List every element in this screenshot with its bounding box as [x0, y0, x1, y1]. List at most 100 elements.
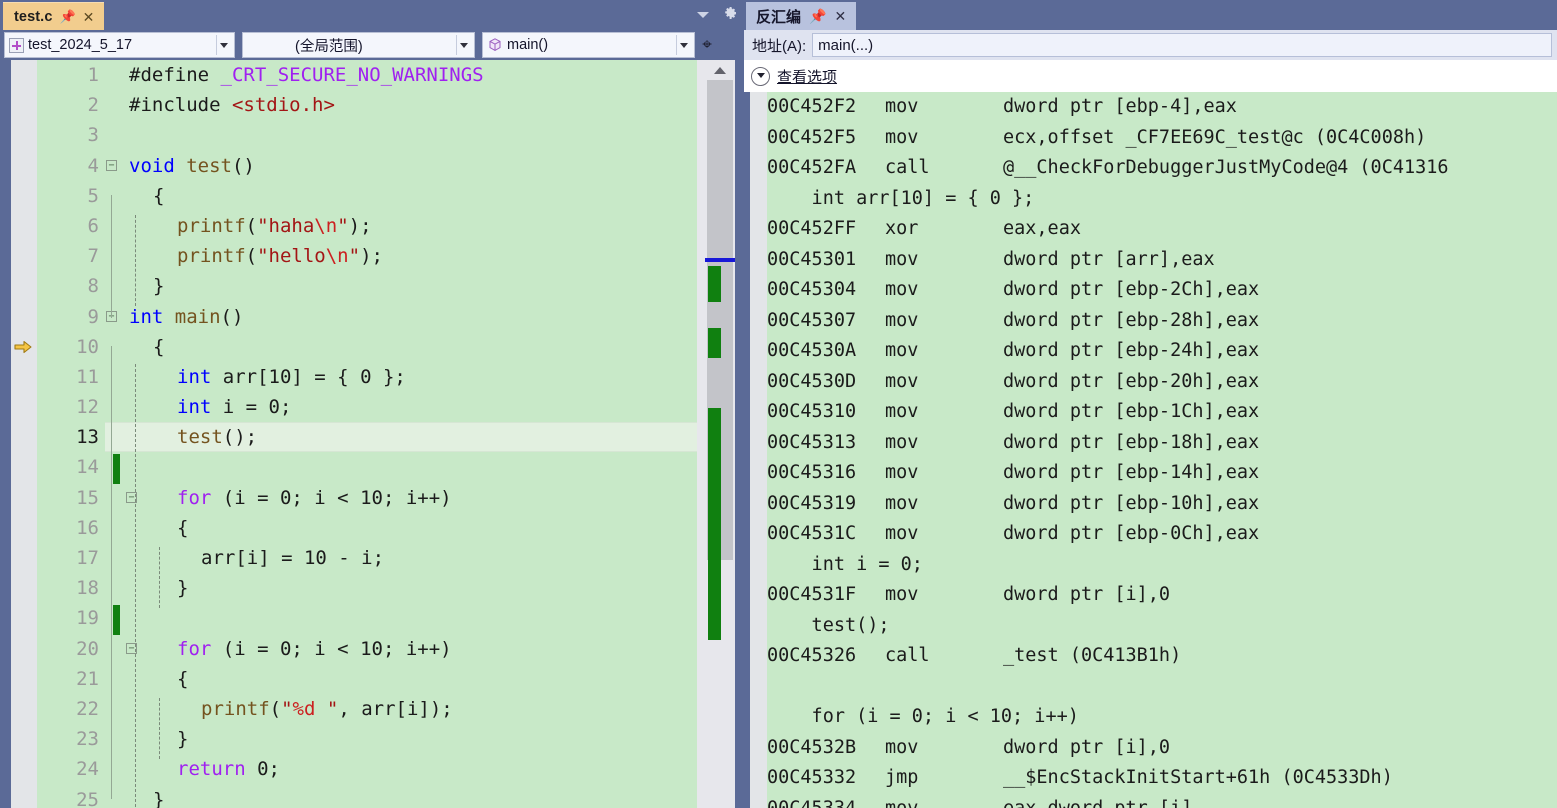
instruction-address: 00C45313	[767, 431, 857, 453]
member-dropdown[interactable]: main()	[482, 32, 695, 58]
project-icon	[9, 37, 24, 53]
code-line[interactable]: 7 printf("hello\n");	[37, 241, 697, 271]
code-line[interactable]: 24 return 0;	[37, 754, 697, 784]
close-icon[interactable]: ✕	[83, 10, 95, 24]
close-icon[interactable]: ✕	[834, 9, 846, 23]
code-line[interactable]: 2 #include <stdio.h>	[37, 90, 697, 120]
instruction-mnemonic: mov	[885, 279, 919, 300]
code-line[interactable]: 10 {	[37, 332, 697, 362]
disassembly-instruction-row[interactable]: 00C452F2 mov dword ptr [ebp-4],eax	[767, 92, 1557, 123]
instruction-mnemonic: call	[885, 645, 930, 666]
instruction-mnemonic: mov	[885, 370, 919, 392]
code-text: printf("hello\n");	[177, 245, 383, 268]
disassembly-source-row[interactable]: test();	[767, 611, 1557, 642]
code-line[interactable]: 25}	[37, 785, 697, 808]
code-line[interactable]: 9− int main()	[37, 302, 697, 332]
disassembly-source-row[interactable]: int i = 0;	[767, 550, 1557, 581]
code-line[interactable]: 3	[37, 120, 697, 150]
method-cube-icon	[487, 37, 503, 53]
outlining-guide	[111, 194, 112, 318]
disassembly-instruction-row[interactable]: 00C4530D mov dword ptr [ebp-20h],eax	[767, 367, 1557, 398]
code-line[interactable]: 18}	[37, 573, 697, 603]
disassembly-instruction-row[interactable]: 00C45334 mov eax,dword ptr [i]	[767, 794, 1557, 808]
disassembly-instruction-row[interactable]: 00C452FF xor eax,eax	[767, 214, 1557, 245]
editor-text-area[interactable]: 1 #define _CRT_SECURE_NO_WARNINGS 2 #includ…	[0, 60, 744, 808]
disassembly-instruction-row[interactable]: 00C4531C mov dword ptr [ebp-0Ch],eax	[767, 519, 1557, 550]
code-line[interactable]: 5{	[37, 181, 697, 211]
disassembly-instruction-row[interactable]: 00C4530A mov dword ptr [ebp-24h],eax	[767, 336, 1557, 367]
scroll-up-arrow-icon[interactable]	[707, 63, 733, 78]
disassembly-instruction-row[interactable]: 00C45310 mov dword ptr [ebp-1Ch],eax	[767, 397, 1557, 428]
chevron-down-icon[interactable]	[697, 12, 709, 18]
code-line[interactable]: 1 #define _CRT_SECURE_NO_WARNINGS	[37, 60, 697, 90]
code-text: void test()	[129, 154, 255, 177]
code-line[interactable]: 23}	[37, 724, 697, 754]
chevron-down-circle-icon[interactable]	[751, 66, 770, 86]
code-text: return 0;	[177, 758, 280, 781]
disassembly-instruction-row[interactable]: 00C4532B mov dword ptr [i],0	[767, 733, 1557, 764]
instruction-address: 00C45307	[767, 309, 857, 331]
project-dropdown[interactable]: test_2024_5_17	[4, 32, 235, 58]
code-line[interactable]: 15− for (i = 0; i < 10; i++)	[37, 483, 697, 513]
member-dropdown-label: main()	[507, 37, 549, 53]
disassembly-breakpoint-margin[interactable]	[750, 92, 767, 808]
view-options-link[interactable]: 查看选项	[777, 66, 837, 87]
disassembly-listing[interactable]: 00C452F2 mov dword ptr [ebp-4],eax 00C452F5…	[744, 92, 1557, 808]
code-text: printf("%d ", arr[i]);	[201, 697, 453, 720]
editor-breakpoint-margin[interactable]	[11, 60, 37, 808]
code-line[interactable]: 20− for (i = 0; i < 10; i++)	[37, 634, 697, 664]
code-line[interactable]: 13 test();	[37, 422, 744, 453]
disassembly-instruction-row[interactable]: 00C452FA call @__CheckForDebuggerJustMyCod…	[767, 153, 1557, 184]
gear-icon[interactable]	[722, 5, 738, 25]
instruction-address: 00C45334	[767, 797, 857, 808]
chevron-down-icon[interactable]	[220, 43, 228, 48]
code-line[interactable]: 11 int arr[10] = { 0 };	[37, 362, 697, 392]
pin-icon[interactable]: 📌	[59, 10, 75, 23]
instruction-mnemonic: mov	[885, 340, 919, 361]
scope-dropdown[interactable]: (全局范围)	[242, 32, 475, 58]
line-number: 25	[76, 788, 99, 808]
disassembly-instruction-row[interactable]: 00C45301 mov dword ptr [arr],eax	[767, 245, 1557, 276]
chevron-down-icon[interactable]	[460, 43, 468, 48]
tab-title: test.c	[14, 8, 53, 25]
tab-test-c[interactable]: test.c 📌 ✕	[3, 2, 105, 30]
disassembly-instruction-row[interactable]: 00C45307 mov dword ptr [ebp-28h],eax	[767, 306, 1557, 337]
code-line[interactable]: 8}	[37, 271, 697, 301]
disassembly-source-row[interactable]: for (i = 0; i < 10; i++)	[767, 702, 1557, 733]
disassembly-instruction-row[interactable]: 00C45313 mov dword ptr [ebp-18h],eax	[767, 428, 1557, 459]
code-line[interactable]: 4− void test()	[37, 151, 697, 181]
code-line[interactable]: 17 arr[i] = 10 - i;	[37, 543, 697, 573]
chevron-down-icon[interactable]	[680, 43, 688, 48]
fold-toggle-icon[interactable]: −	[106, 159, 117, 171]
disassembly-instruction-row[interactable]: 00C452F5 mov ecx,offset _CF7EE69C_test@c (…	[767, 123, 1557, 154]
tab-disassembly[interactable]: 反汇编 📌 ✕	[746, 2, 857, 30]
code-line[interactable]: 22 printf("%d ", arr[i]);	[37, 694, 697, 724]
pin-icon[interactable]: 📌	[809, 9, 826, 23]
disassembly-instruction-row[interactable]: 00C45319 mov dword ptr [ebp-10h],eax	[767, 489, 1557, 520]
code-lines[interactable]: 1 #define _CRT_SECURE_NO_WARNINGS 2 #includ…	[14, 60, 744, 808]
line-number: 22	[76, 697, 99, 720]
disassembly-blank-row[interactable]	[767, 672, 1557, 703]
code-line[interactable]: 14	[37, 452, 697, 482]
disassembly-instruction-row[interactable]: 00C4531F mov dword ptr [i],0	[767, 580, 1557, 611]
address-input[interactable]: main(...)	[812, 33, 1553, 57]
disassembly-instruction-row[interactable]: 00C45304 mov dword ptr [ebp-2Ch],eax	[767, 275, 1557, 306]
disassembly-instruction-row[interactable]: 00C45326 call _test (0C413B1h)	[767, 641, 1557, 672]
code-text: arr[i] = 10 - i;	[201, 547, 385, 569]
disassembly-rows[interactable]: 00C452F2 mov dword ptr [ebp-4],eax 00C452F5…	[767, 92, 1557, 808]
instruction-operands: eax,dword ptr [i]	[1003, 797, 1193, 808]
code-line[interactable]: 19	[37, 603, 697, 633]
disassembly-source-row[interactable]: int arr[10] = { 0 };	[767, 184, 1557, 215]
code-line[interactable]: 12 int i = 0;	[37, 392, 697, 422]
instruction-operands: eax,eax	[1003, 218, 1081, 239]
code-line[interactable]: 21 {	[37, 664, 697, 694]
code-text: #define _CRT_SECURE_NO_WARNINGS	[129, 64, 484, 86]
editor-vertical-scrollbar[interactable]	[697, 60, 744, 808]
pane-edge	[735, 60, 744, 808]
code-line[interactable]: 16 {	[37, 513, 697, 543]
disassembly-instruction-row[interactable]: 00C45316 mov dword ptr [ebp-14h],eax	[767, 458, 1557, 489]
source-line-text: int arr[10] = { 0 };	[767, 187, 1035, 209]
code-line[interactable]: 6 printf("haha\n");	[37, 211, 697, 241]
split-view-icon[interactable]: ⌖	[697, 32, 717, 58]
disassembly-instruction-row[interactable]: 00C45332 jmp __$EncStackInitStart+61h (0C4…	[767, 763, 1557, 794]
